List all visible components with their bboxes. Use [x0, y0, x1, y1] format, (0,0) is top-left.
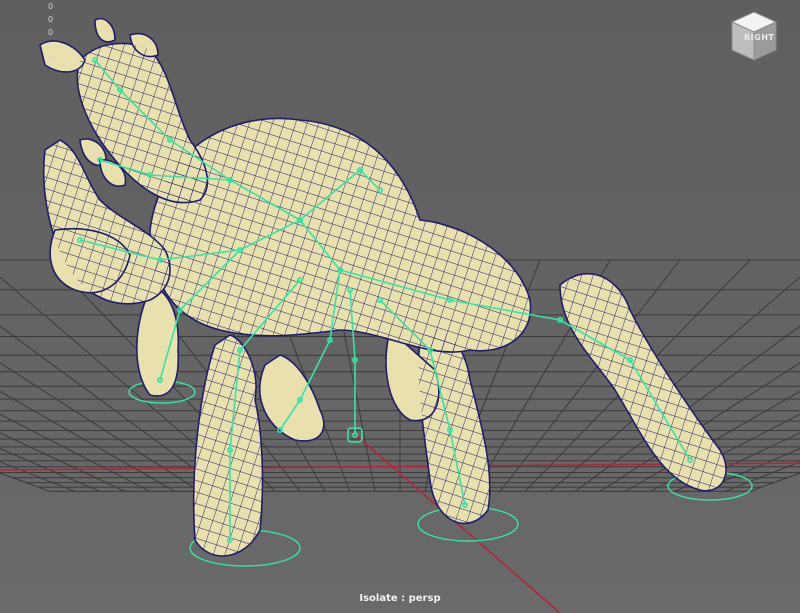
grid-line [0, 461, 76, 492]
mesh-wireframe [43, 43, 727, 557]
hud-readout: 0 [48, 15, 54, 24]
scene-canvas[interactable] [0, 0, 800, 613]
creature-mesh[interactable] [39, 18, 727, 557]
mesh-front-leg-inner [259, 354, 325, 442]
view-cube-face-label[interactable]: RIGHT [744, 33, 774, 42]
hud-readout: 0 [48, 54, 54, 63]
grid-line [749, 472, 800, 492]
hud-readout: 0 [48, 28, 54, 37]
panel-label: Isolate : persp [359, 593, 441, 604]
hud-readouts: 0 0 0 0 0 [48, 0, 53, 65]
hud-readout: 0 [48, 41, 54, 50]
hud-readout: 0 [48, 2, 54, 11]
perspective-viewport[interactable]: 0 0 0 0 0 RIGHT Isolate : persp [0, 0, 800, 613]
mesh-finger-2 [94, 18, 116, 43]
grid-line [724, 461, 800, 492]
grid-line [0, 472, 51, 492]
